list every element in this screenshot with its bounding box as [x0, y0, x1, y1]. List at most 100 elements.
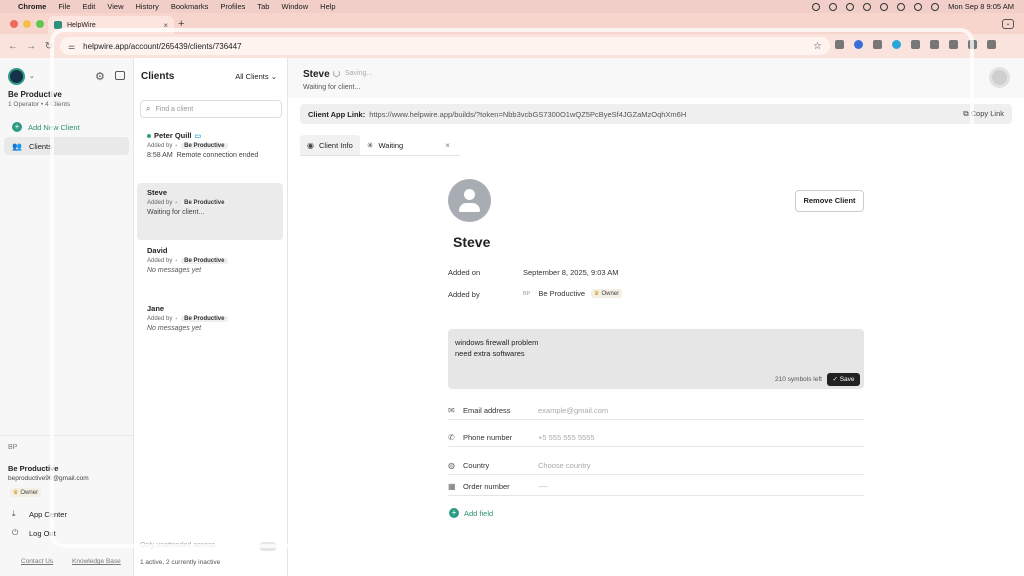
country-label: Country	[463, 461, 490, 470]
clients-filter-dropdown[interactable]: All Clients ⌄	[235, 72, 277, 81]
added-by-label: Added by	[147, 316, 173, 322]
headphones-icon[interactable]	[863, 2, 872, 11]
add-field-button[interactable]: + Add field	[449, 508, 493, 518]
collapse-sidebar-icon[interactable]	[115, 71, 125, 80]
unattended-access-toggle[interactable]	[259, 542, 277, 551]
chrome-menu-icon[interactable]	[987, 40, 996, 49]
reload-icon[interactable]: ↻	[40, 41, 58, 52]
knowledge-base-link[interactable]: Knowledge Base	[72, 558, 121, 565]
cloud-icon[interactable]	[846, 2, 855, 11]
remove-client-button[interactable]: Remove Client	[795, 190, 864, 212]
added-by-label: Added by	[448, 290, 480, 299]
menu-edit[interactable]: Edit	[82, 2, 95, 11]
menu-file[interactable]: File	[58, 2, 70, 11]
client-name-title: Steve	[453, 234, 491, 250]
menu-view[interactable]: View	[107, 2, 123, 11]
menu-window[interactable]: Window	[281, 2, 308, 11]
print-icon[interactable]	[930, 40, 939, 49]
client-list-item[interactable]: Jane Added by ▪ Be Productive No message…	[137, 299, 283, 337]
blue-extension-icon[interactable]	[854, 40, 863, 49]
close-tab-icon[interactable]: ×	[445, 141, 450, 150]
address-bar[interactable]: ⚌ helpwire.app/account/265439/clients/73…	[60, 37, 830, 55]
order-number-field[interactable]: ▦ Order number ----	[448, 478, 864, 496]
owner-badge: ♛ Owner	[591, 289, 623, 298]
macos-menubar: Chrome File Edit View History Bookmarks …	[0, 0, 1024, 13]
helpwire-favicon-icon	[54, 21, 62, 29]
zoom-window-button[interactable]	[36, 20, 44, 28]
sidebar-item-label: Clients	[28, 141, 52, 151]
owner-badge-label: Owner	[20, 489, 39, 496]
owner-badge: ♛ Owner	[10, 488, 42, 497]
download-icon: ⤓	[12, 509, 16, 518]
tab-client-info[interactable]: ◉ Client Info	[300, 135, 360, 155]
client-message-text: Remote connection ended	[176, 152, 259, 159]
client-app-link-url[interactable]: https://www.helpwire.app/builds/?token=N…	[369, 110, 686, 119]
user-email: beproductive90@gmail.com	[8, 475, 89, 482]
menu-chrome[interactable]: Chrome	[18, 2, 46, 11]
unattended-access-label: Only unattended access	[140, 542, 216, 549]
app-center-label: App Center	[29, 509, 67, 519]
address-url[interactable]: helpwire.app/account/265439/clients/7364…	[83, 42, 241, 51]
menu-bookmarks[interactable]: Bookmarks	[171, 2, 209, 11]
browser-tab-helpwire[interactable]: HelpWire ×	[48, 16, 174, 34]
sidebar-item-clients[interactable]: 👥 Clients	[4, 137, 129, 155]
control-center-icon[interactable]	[931, 2, 940, 11]
client-list-item-selected[interactable]: Steve Added by ▪ Be Productive Waiting f…	[137, 183, 283, 240]
owner-badge-label: Owner	[601, 290, 620, 297]
order-number-placeholder: ----	[538, 482, 548, 491]
operator-avatar[interactable]	[989, 67, 1010, 88]
tab-search-chevron-icon[interactable]: ⌄	[1002, 19, 1014, 29]
add-new-client-button[interactable]: + Add New Client	[12, 122, 80, 132]
close-tab-icon[interactable]: ×	[163, 21, 168, 30]
menu-profiles[interactable]: Profiles	[220, 2, 245, 11]
wifi-icon[interactable]	[897, 2, 906, 11]
save-note-button[interactable]: ✓ Save	[827, 373, 860, 386]
add-field-label: Add field	[464, 508, 494, 518]
added-by-org: Be Productive	[181, 258, 228, 264]
cyan-extension-icon[interactable]	[892, 40, 901, 49]
tab-waiting[interactable]: ✳ Waiting ×	[360, 135, 457, 155]
menubar-clock[interactable]: Mon Sep 8 9:05 AM	[948, 2, 1014, 11]
app-center-button[interactable]: ⤓ App Center	[12, 509, 67, 519]
search-input[interactable]: ⌕ Find a client	[140, 100, 282, 118]
spinner-icon	[333, 70, 340, 77]
spotlight-search-icon[interactable]	[914, 2, 923, 11]
client-header-name: Steve	[303, 69, 330, 80]
saving-indicator: Saving...	[333, 70, 372, 77]
country-select[interactable]: ◍ Country Choose country	[448, 457, 864, 475]
menu-tab[interactable]: Tab	[257, 2, 269, 11]
menu-history[interactable]: History	[136, 2, 159, 11]
site-settings-icon[interactable]: ⚌	[68, 42, 75, 51]
operator-avatar-icon: ▪	[175, 316, 178, 322]
battery-icon[interactable]	[880, 2, 889, 11]
camera-extension-icon[interactable]	[835, 40, 844, 49]
helpwire-logo[interactable]	[8, 68, 25, 85]
menu-help[interactable]: Help	[320, 2, 335, 11]
contact-us-link[interactable]: Contact Us	[21, 558, 53, 565]
new-tab-button[interactable]: +	[178, 18, 184, 30]
globe-icon: ◍	[448, 461, 455, 470]
puzzle-extensions-icon[interactable]	[911, 40, 920, 49]
copy-link-button[interactable]: ⧉ Copy Link	[963, 109, 1004, 119]
phone-field[interactable]: ✆ Phone number +5 555 555 5555	[448, 429, 864, 447]
user-avatar[interactable]: BP	[8, 444, 17, 451]
client-list-item[interactable]: David Added by ▪ Be Productive No messag…	[137, 241, 283, 279]
gear-icon[interactable]: ⚙	[95, 70, 105, 83]
profile-avatar-icon[interactable]	[968, 40, 977, 49]
forward-arrow-icon[interactable]: →	[22, 41, 40, 52]
video-extension-icon[interactable]	[873, 40, 882, 49]
log-out-button[interactable]: ⏻ Log Out	[12, 528, 56, 538]
back-arrow-icon[interactable]: ←	[4, 41, 22, 52]
browser-toolbar: ← → ↻ ⚌ helpwire.app/account/265439/clie…	[0, 34, 1024, 58]
client-name-row: David	[147, 246, 273, 255]
chevron-down-icon[interactable]: ⌄	[29, 72, 35, 80]
minimize-window-button[interactable]	[23, 20, 31, 28]
cast-icon[interactable]	[949, 40, 958, 49]
screen-share-icon[interactable]	[829, 2, 838, 11]
client-list-item[interactable]: Peter Quill ▭ Added by ▪ Be Productive 8…	[137, 126, 283, 164]
record-icon[interactable]	[812, 2, 821, 11]
bookmark-star-icon[interactable]: ☆	[813, 41, 822, 52]
close-window-button[interactable]	[10, 20, 18, 28]
avatar-body-shape	[459, 203, 480, 212]
email-field[interactable]: ✉ Email address example@gmail.com	[448, 402, 864, 420]
